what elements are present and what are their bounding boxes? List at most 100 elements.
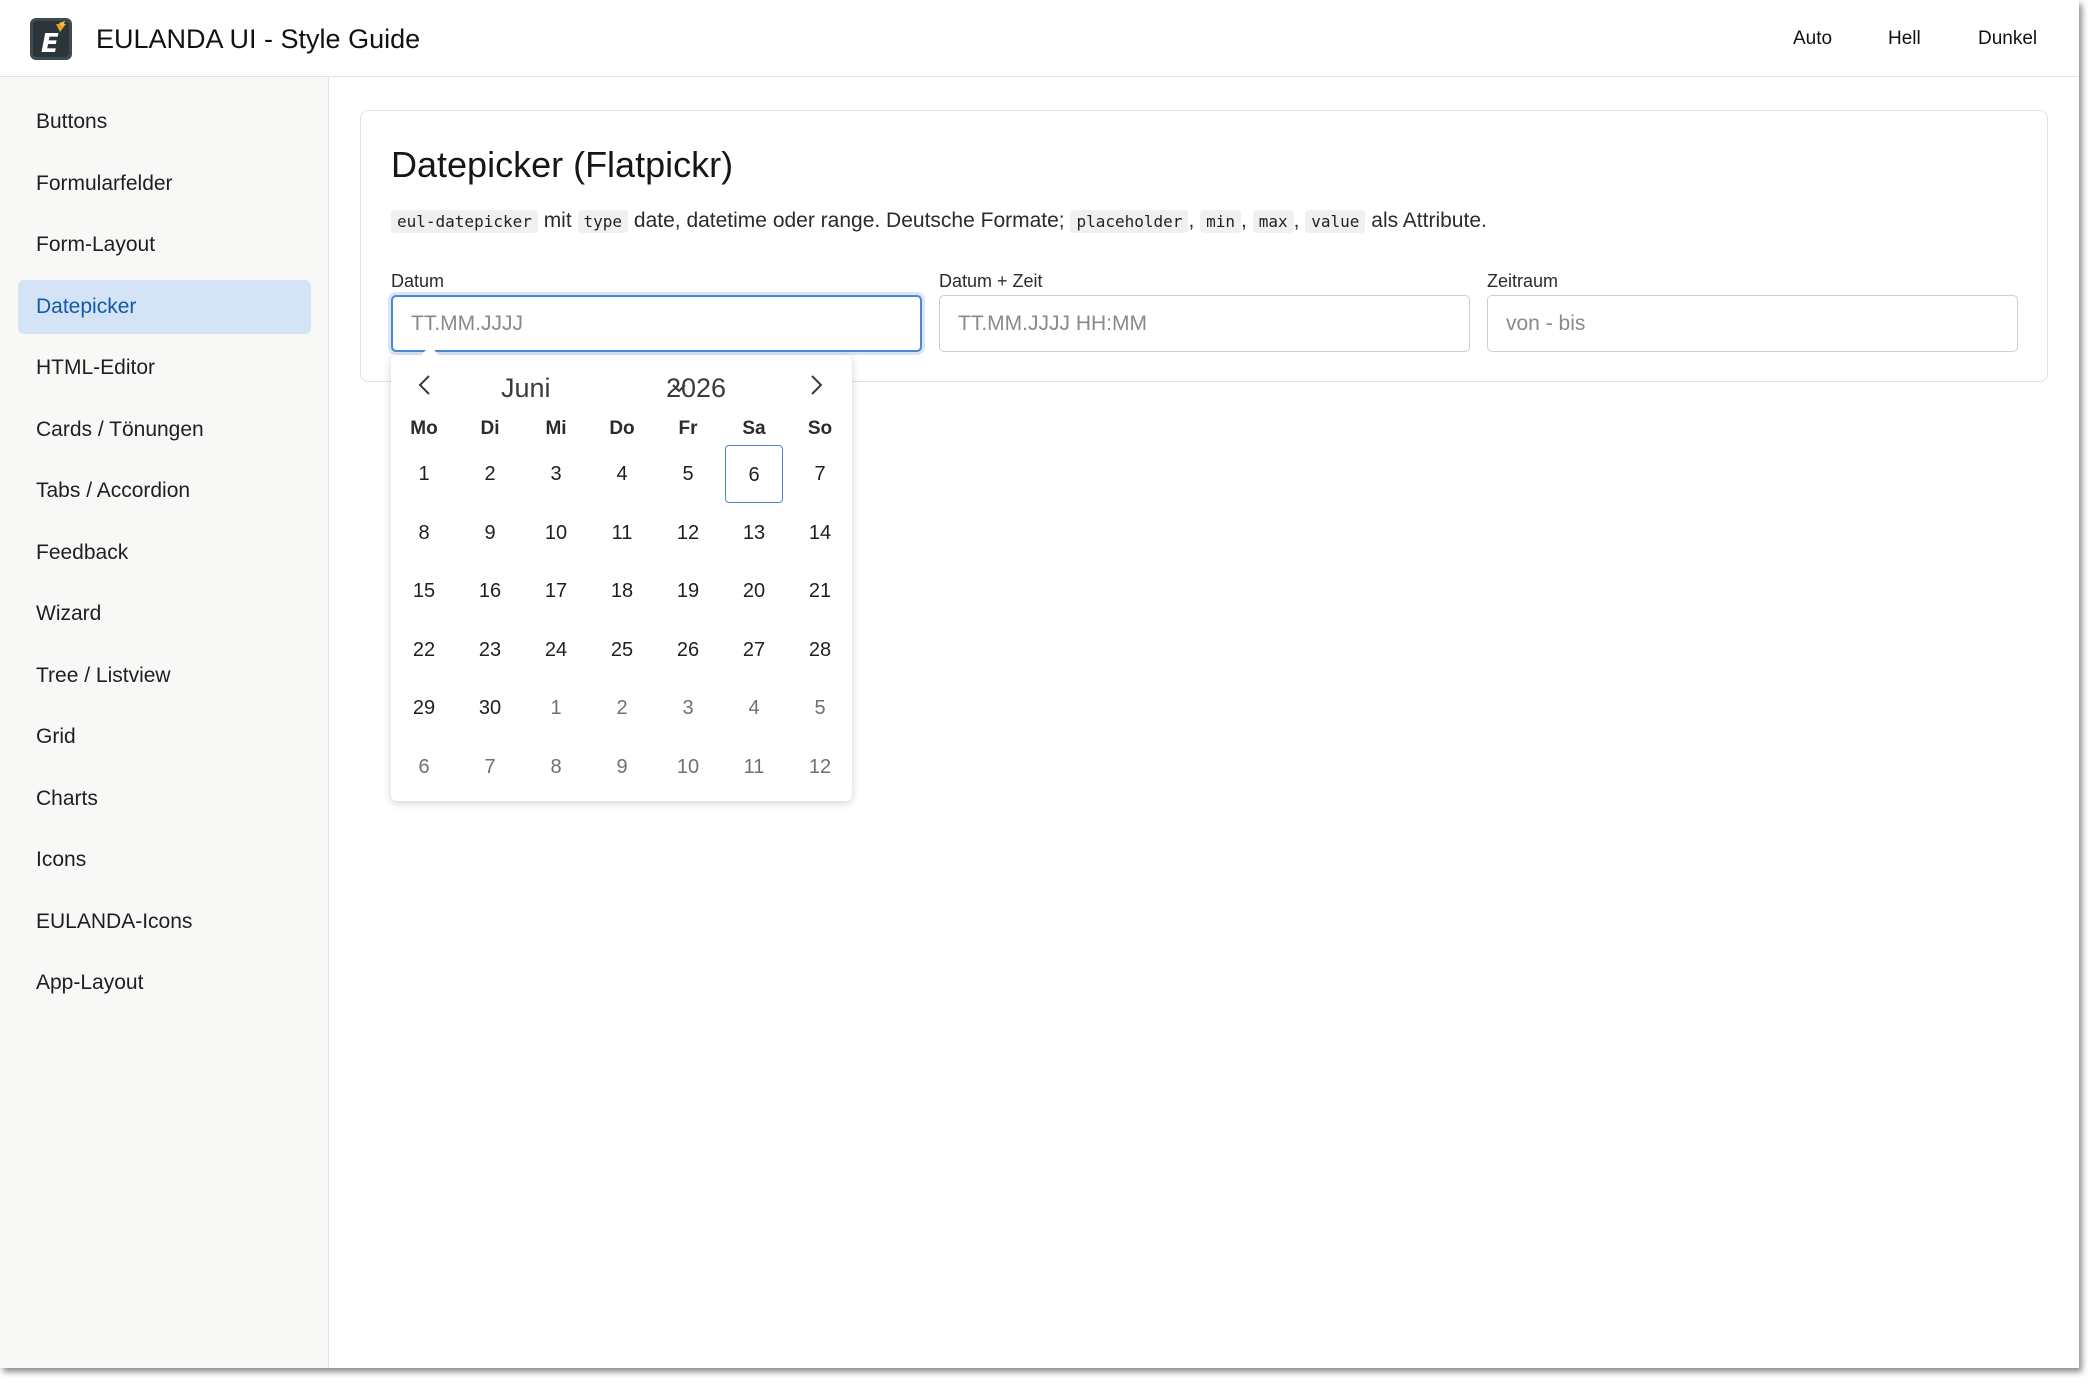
weekday-label: Fr [678, 418, 698, 439]
theme-auto-button[interactable]: Auto [1793, 24, 1832, 54]
calendar-day[interactable]: 4 [593, 445, 651, 503]
calendar-day[interactable]: 29 [395, 679, 453, 737]
chevron-left-icon [418, 375, 430, 395]
calendar-day-today[interactable]: 6 [725, 445, 783, 503]
calendar-day[interactable]: 24 [527, 621, 585, 679]
datepicker-calendar: Juni MoDiMiDoFrSaSo 12345678910111213141… [391, 346, 852, 801]
desc-text: , [1293, 209, 1306, 232]
code-placeholder: placeholder [1070, 210, 1189, 233]
calendar-day[interactable]: 11 [725, 738, 783, 796]
weekday-label: Sa [742, 418, 766, 439]
calendar-day[interactable]: 15 [395, 562, 453, 620]
calendar-day[interactable]: 20 [725, 562, 783, 620]
code-type: type [577, 210, 629, 233]
page-title: Datepicker (Flatpickr) [391, 144, 734, 185]
sidebar-item-grid[interactable]: Grid [18, 710, 311, 764]
datetime-input[interactable] [939, 295, 1470, 352]
sidebar: Buttons Formularfelder Form-Layout Datep… [0, 77, 329, 1368]
theme-light-button[interactable]: Hell [1888, 24, 1921, 54]
weekday-label: Mi [545, 418, 567, 439]
weekday-label: Mo [410, 418, 438, 439]
range-input[interactable] [1487, 295, 2018, 352]
calendar-day[interactable]: 13 [725, 504, 783, 562]
calendar-day[interactable]: 5 [659, 445, 717, 503]
calendar-day[interactable]: 12 [791, 738, 849, 796]
calendar-day[interactable]: 16 [461, 562, 519, 620]
sidebar-item-eulanda-icons[interactable]: EULANDA-Icons [18, 895, 311, 949]
sidebar-item-icons[interactable]: Icons [18, 833, 311, 887]
desc-text: mit [537, 209, 578, 232]
date-field-label: Datum [391, 271, 445, 291]
calendar-day[interactable]: 3 [527, 445, 585, 503]
sidebar-item-charts[interactable]: Charts [18, 772, 311, 826]
sidebar-item-wizard[interactable]: Wizard [18, 587, 311, 641]
calendar-day[interactable]: 7 [461, 738, 519, 796]
calendar-day[interactable]: 8 [527, 738, 585, 796]
next-month-button[interactable] [798, 367, 834, 403]
calendar-day[interactable]: 25 [593, 621, 651, 679]
calendar-day[interactable]: 22 [395, 621, 453, 679]
code-min: min [1200, 210, 1242, 233]
range-field-label: Zeitraum [1487, 271, 1559, 291]
desc-text: als Attribute. [1365, 209, 1487, 232]
code-eul-datepicker: eul-datepicker [391, 210, 538, 233]
top-header: E EULANDA UI - Style Guide Auto Hell Dun… [0, 0, 2079, 77]
calendar-day[interactable]: 7 [791, 445, 849, 503]
sidebar-item-datepicker[interactable]: Datepicker [18, 280, 311, 334]
sidebar-item-buttons[interactable]: Buttons [18, 95, 311, 149]
date-input[interactable] [391, 295, 922, 352]
code-value: value [1305, 210, 1366, 233]
calendar-day[interactable]: 10 [527, 504, 585, 562]
sidebar-item-tree-listview[interactable]: Tree / Listview [18, 649, 311, 703]
calendar-day[interactable]: 18 [593, 562, 651, 620]
calendar-day[interactable]: 21 [791, 562, 849, 620]
chevron-right-icon [811, 375, 823, 395]
year-input[interactable] [666, 370, 786, 406]
sidebar-item-formularfelder[interactable]: Formularfelder [18, 157, 311, 211]
calendar-day[interactable]: 28 [791, 621, 849, 679]
sidebar-item-app-layout[interactable]: App-Layout [18, 956, 311, 1010]
calendar-day[interactable]: 23 [461, 621, 519, 679]
calendar-day[interactable]: 14 [791, 504, 849, 562]
calendar-day[interactable]: 9 [461, 504, 519, 562]
weekday-label: Do [609, 418, 635, 439]
calendar-day[interactable]: 9 [593, 738, 651, 796]
weekday-label: So [807, 418, 833, 439]
calendar-day[interactable]: 3 [659, 679, 717, 737]
calendar-day[interactable]: 1 [527, 679, 585, 737]
sidebar-item-cards[interactable]: Cards / Tönungen [18, 403, 311, 457]
prev-month-button[interactable] [407, 367, 443, 403]
code-max: max [1252, 210, 1294, 233]
calendar-day[interactable]: 12 [659, 504, 717, 562]
calendar-day[interactable]: 10 [659, 738, 717, 796]
theme-dark-button[interactable]: Dunkel [1978, 24, 2037, 54]
desc-text: , [1188, 209, 1201, 232]
calendar-day[interactable]: 2 [461, 445, 519, 503]
calendar-day[interactable]: 30 [461, 679, 519, 737]
calendar-day[interactable]: 5 [791, 679, 849, 737]
sidebar-item-tabs-accordion[interactable]: Tabs / Accordion [18, 464, 311, 518]
calendar-day[interactable]: 11 [593, 504, 651, 562]
weekday-label: Di [480, 418, 500, 439]
datetime-field-label: Datum + Zeit [939, 271, 1043, 291]
calendar-day[interactable]: 26 [659, 621, 717, 679]
sidebar-item-html-editor[interactable]: HTML-Editor [18, 341, 311, 395]
calendar-day[interactable]: 6 [395, 738, 453, 796]
desc-text: , [1241, 209, 1253, 232]
calendar-day[interactable]: 19 [659, 562, 717, 620]
calendar-day[interactable]: 27 [725, 621, 783, 679]
sidebar-item-form-layout[interactable]: Form-Layout [18, 218, 311, 272]
app-title: EULANDA UI - Style Guide [96, 24, 421, 54]
calendar-day[interactable]: 2 [593, 679, 651, 737]
eulanda-logo-icon: E [30, 18, 72, 60]
app-window: E EULANDA UI - Style Guide Auto Hell Dun… [0, 0, 2079, 1368]
calendar-day[interactable]: 8 [395, 504, 453, 562]
page-description: eul-datepicker mit type date, datetime o… [391, 206, 1487, 237]
calendar-day[interactable]: 1 [395, 445, 453, 503]
calendar-day[interactable]: 4 [725, 679, 783, 737]
calendar-pointer [421, 346, 439, 355]
sidebar-item-feedback[interactable]: Feedback [18, 526, 311, 580]
month-label: Juni [501, 373, 551, 403]
desc-text: date, datetime oder range. Deutsche Form… [628, 209, 1071, 232]
calendar-day[interactable]: 17 [527, 562, 585, 620]
